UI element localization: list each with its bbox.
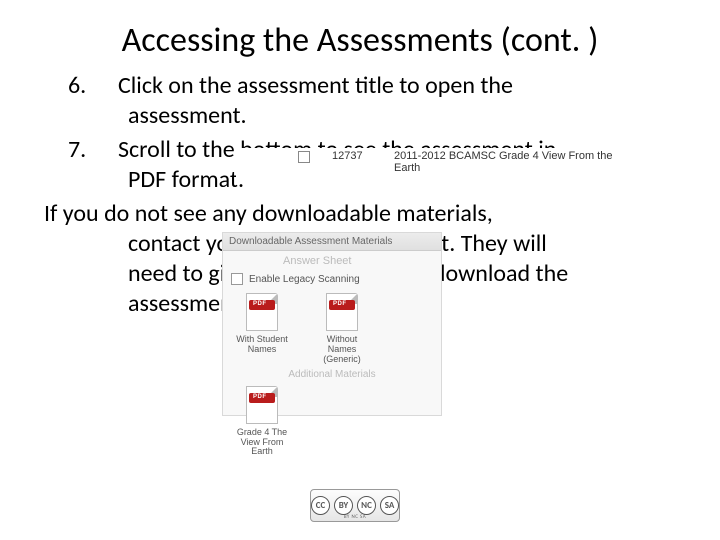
by-icon: BY xyxy=(334,496,353,515)
cc-license-badge: CC BY NC SA BY NC SA xyxy=(310,489,400,522)
cc-subtext: BY NC SA xyxy=(311,514,399,520)
slide-title: Accessing the Assessments (cont. ) xyxy=(0,0,720,71)
pdf-additional[interactable]: Grade 4 The View From Earth xyxy=(233,386,291,458)
assessment-title-link[interactable]: 2011-2012 BCAMSC Grade 4 View From the E… xyxy=(394,150,614,174)
step-6-number: 6. xyxy=(68,71,118,101)
step-6-line1: Click on the assessment title to open th… xyxy=(118,71,513,100)
note-line1: If you do not see any downloadable mater… xyxy=(44,199,493,228)
pdf-without-names[interactable]: Without Names (Generic) xyxy=(313,293,371,365)
pdf-with-names[interactable]: With Student Names xyxy=(233,293,291,365)
answer-sheet-label: Answer Sheet xyxy=(223,251,441,271)
panel-header: Downloadable Assessment Materials xyxy=(223,233,441,251)
pdf-without-names-label: Without Names (Generic) xyxy=(313,335,371,365)
sa-icon: SA xyxy=(380,496,399,515)
cc-icon: CC xyxy=(311,496,330,515)
legacy-checkbox[interactable] xyxy=(231,273,243,285)
step-6: 6. Click on the assessment title to open… xyxy=(44,71,676,131)
legacy-scanning-row: Enable Legacy Scanning xyxy=(223,271,441,287)
downloadable-materials-panel: Downloadable Assessment Materials Answer… xyxy=(222,232,442,416)
nc-icon: NC xyxy=(357,496,376,515)
row-checkbox[interactable] xyxy=(298,151,310,163)
pdf-icon xyxy=(326,293,358,331)
assessment-id: 12737 xyxy=(332,150,363,162)
step-7-number: 7. xyxy=(68,135,118,165)
pdf-with-names-label: With Student Names xyxy=(233,335,291,355)
assessment-row-inset: 12737 2011-2012 BCAMSC Grade 4 View From… xyxy=(236,148,616,178)
pdf-additional-label: Grade 4 The View From Earth xyxy=(233,428,291,458)
legacy-label: Enable Legacy Scanning xyxy=(249,274,360,285)
pdf-icon xyxy=(246,293,278,331)
step-6-line2: assessment. xyxy=(128,101,676,131)
pdf-icon xyxy=(246,386,278,424)
additional-materials-label: Additional Materials xyxy=(223,367,441,382)
